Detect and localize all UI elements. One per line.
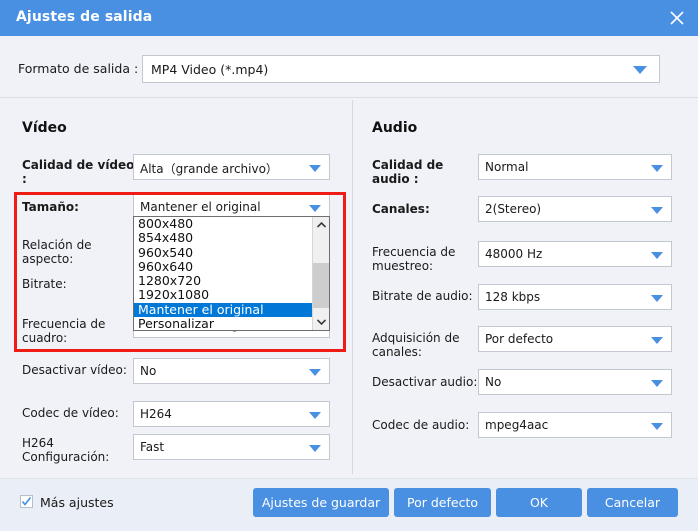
value-video-size: Mantener el original <box>140 200 261 214</box>
chevron-down-icon <box>309 205 321 212</box>
label-audio-codec: Codec de audio: <box>372 418 470 432</box>
label-frame-rate: Frecuencia de cuadro: <box>22 317 106 345</box>
select-sample-rate[interactable]: 48000 Hz <box>478 241 672 267</box>
label-disable-audio: Desactivar audio: <box>372 375 478 389</box>
label-video-quality: Calidad de vídeo : <box>22 158 135 186</box>
value-h264-config: Fast <box>140 440 165 454</box>
dropdown-scrollbar[interactable] <box>312 217 329 330</box>
title-bar: Ajustes de salida <box>0 0 698 36</box>
value-disable-audio: No <box>485 375 502 389</box>
list-item[interactable]: 960x540 <box>134 245 312 260</box>
select-audio-codec[interactable]: mpeg4aac <box>478 412 672 438</box>
list-item[interactable]: Personalizar <box>134 316 312 330</box>
select-disable-audio[interactable]: No <box>478 369 672 395</box>
value-sample-rate: 48000 Hz <box>485 247 543 261</box>
select-video-quality[interactable]: Alta（grande archivo） <box>133 154 330 180</box>
label-h264-config: H264 Configuración: <box>22 436 110 464</box>
select-audio-quality[interactable]: Normal <box>478 154 672 180</box>
label-video-bitrate: Bitrate: <box>22 277 67 291</box>
label-audio-channels: Canales: <box>372 202 430 216</box>
chevron-down-icon <box>309 369 321 376</box>
value-video-quality: Alta（grande archivo） <box>140 162 278 176</box>
label-audio-bitrate: Bitrate de audio: <box>372 289 473 303</box>
output-format-label: Formato de salida : <box>18 61 139 76</box>
size-option-list: 800x480 854x480 960x540 960x640 1280x720… <box>134 217 312 330</box>
chevron-down-icon <box>651 207 663 214</box>
chevron-down-icon <box>651 380 663 387</box>
label-video-size: Tamaño: <box>22 200 79 214</box>
label-aspect-ratio: Relación de aspecto: <box>22 238 92 266</box>
select-disable-video[interactable]: No <box>133 358 330 384</box>
close-icon[interactable] <box>664 6 690 30</box>
output-format-value: MP4 Video (*.mp4) <box>151 62 269 77</box>
chevron-down-icon <box>651 423 663 430</box>
value-channel-acquisition: Por defecto <box>485 332 554 346</box>
list-item[interactable]: 1920x1080 <box>134 288 312 303</box>
label-video-codec: Codec de vídeo: <box>22 406 119 420</box>
value-video-codec: H264 <box>140 407 172 421</box>
select-audio-bitrate[interactable]: 128 kbps <box>478 284 672 310</box>
list-item-selected[interactable]: Mantener el original <box>134 302 312 318</box>
chevron-down-icon <box>651 165 663 172</box>
list-item[interactable]: 1280x720 <box>134 273 312 288</box>
list-item[interactable]: 960x640 <box>134 259 312 274</box>
value-audio-quality: Normal <box>485 160 529 174</box>
select-video-codec[interactable]: H264 <box>133 401 330 427</box>
save-settings-button[interactable]: Ajustes de guardar <box>253 488 389 517</box>
chevron-down-icon <box>309 412 321 419</box>
value-audio-bitrate: 128 kbps <box>485 290 541 304</box>
label-sample-rate: Frecuencia de muestreo: <box>372 245 456 273</box>
value-audio-codec: mpeg4aac <box>485 418 549 432</box>
chevron-down-icon[interactable] <box>313 314 329 330</box>
chevron-down-icon <box>651 337 663 344</box>
select-channel-acquisition[interactable]: Por defecto <box>478 326 672 352</box>
select-audio-channels[interactable]: 2(Stereo) <box>478 196 672 222</box>
size-dropdown-list[interactable]: 800x480 854x480 960x540 960x640 1280x720… <box>133 216 330 331</box>
output-format-select[interactable]: MP4 Video (*.mp4) <box>142 55 660 83</box>
output-settings-dialog: Ajustes de salida Formato de salida : MP… <box>0 0 698 531</box>
column-divider <box>352 100 353 474</box>
default-button[interactable]: Por defecto <box>394 488 491 517</box>
chevron-down-icon <box>651 295 663 302</box>
value-audio-channels: 2(Stereo) <box>485 202 542 216</box>
ok-button[interactable]: OK <box>496 488 582 517</box>
list-item[interactable]: 800x480 <box>134 217 312 231</box>
label-disable-video: Desactivar vídeo: <box>22 363 127 377</box>
list-item[interactable]: 854x480 <box>134 230 312 245</box>
more-settings-label: Más ajustes <box>40 495 114 510</box>
chevron-down-icon <box>633 66 647 74</box>
chevron-down-icon <box>309 165 321 172</box>
chevron-down-icon <box>651 252 663 259</box>
cancel-button[interactable]: Cancelar <box>587 488 678 517</box>
chevron-up-icon[interactable] <box>313 217 329 233</box>
scrollbar-thumb[interactable] <box>313 263 329 308</box>
video-section-title: Vídeo <box>22 120 67 136</box>
audio-section-title: Audio <box>372 120 418 136</box>
checkbox-box[interactable] <box>20 495 33 508</box>
label-channel-acquisition: Adquisición de canales: <box>372 331 460 359</box>
chevron-down-icon <box>309 445 321 452</box>
window-title: Ajustes de salida <box>16 9 153 25</box>
value-disable-video: No <box>140 364 157 378</box>
select-h264-config[interactable]: Fast <box>133 434 330 460</box>
label-audio-quality: Calidad de audio : <box>372 158 444 186</box>
